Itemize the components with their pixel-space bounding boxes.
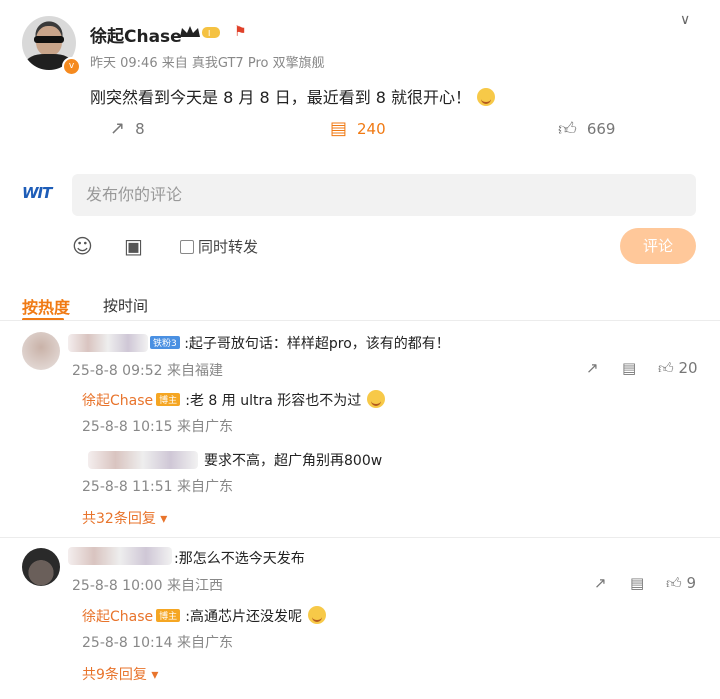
comment-icon[interactable]: ▤	[630, 574, 644, 592]
comment-icon[interactable]: ▤	[622, 359, 636, 377]
share-icon: ↗	[110, 118, 126, 139]
author-badge: 博主	[156, 393, 181, 406]
reply-meta: 25-8-8 10:14 来自广东	[82, 635, 233, 651]
svg-text:I: I	[208, 29, 210, 38]
caret-down-icon: ▾	[155, 511, 168, 527]
like-count: 20	[678, 359, 698, 377]
reply-text: 要求不高，超广角别再800w	[204, 453, 383, 469]
reply-item: 徐起Chase 博主 :老 8 用 ultra 形容也不为过	[82, 390, 386, 410]
checkbox-icon[interactable]	[180, 239, 194, 254]
repost-count: 8	[135, 119, 145, 138]
comment-text: 铁粉3 :起子哥放句话：样样超pro，该有的都有！	[150, 333, 450, 353]
image-icon[interactable]: ▣	[124, 234, 143, 258]
repost-checkbox[interactable]: 同时转发	[180, 236, 258, 257]
thumbs-up-icon: 👍︎	[658, 359, 674, 377]
like-button[interactable]: 👍︎ 9	[666, 574, 696, 593]
commenter-name-blurred[interactable]	[68, 334, 148, 352]
smile-emoji-icon	[477, 88, 496, 106]
more-replies-link[interactable]: 共32条回复 ▾	[82, 508, 167, 528]
emoji-icon[interactable]: ☺	[72, 234, 93, 258]
reply-item: 徐起Chase 博主 :高通芯片还没发呢	[82, 606, 326, 626]
reply-author[interactable]: 徐起Chase	[82, 609, 153, 625]
post-meta: 昨天 09:46 来自 真我GT7 Pro 双擎旗舰	[90, 52, 325, 71]
comment-input[interactable]: 发布你的评论	[72, 174, 696, 216]
commenter-avatar[interactable]	[22, 548, 60, 586]
share-icon[interactable]: ↗	[594, 574, 607, 592]
comment-button[interactable]: ▤ 240	[330, 118, 386, 139]
comment-meta: 25-8-8 09:52 来自福建	[72, 363, 223, 379]
author-badge: 博主	[156, 609, 181, 622]
comment-meta: 25-8-8 10:00 来自江西	[72, 578, 223, 594]
commenter-avatar[interactable]	[22, 332, 60, 370]
reply-meta: 25-8-8 10:15 来自广东	[82, 419, 233, 435]
chevron-down-icon[interactable]: ∨	[680, 12, 690, 28]
grin-emoji-icon	[307, 606, 326, 624]
reply-author[interactable]: 徐起Chase	[82, 393, 153, 409]
tab-time[interactable]: 按时间	[103, 295, 148, 316]
thumbs-up-icon: 👍︎	[558, 119, 577, 140]
divider	[0, 320, 720, 321]
user-logo: WIT	[22, 184, 52, 202]
reply-text: :老 8 用 ultra 形容也不为过	[185, 393, 362, 409]
repost-label: 同时转发	[198, 238, 259, 256]
comment-icon: ▤	[330, 118, 348, 139]
like-count: 9	[686, 574, 697, 592]
post-time: 昨天 09:46	[90, 56, 158, 71]
post-text: 刚突然看到今天是 8 月 8 日，最近看到 8 就很开心！	[90, 84, 496, 108]
like-button[interactable]: 👍︎ 20	[658, 359, 698, 378]
reply-author-blurred[interactable]	[88, 451, 198, 469]
thumbs-up-icon: 👍︎	[666, 574, 682, 592]
divider	[0, 537, 720, 538]
commenter-name-blurred[interactable]	[68, 547, 172, 565]
caret-down-icon: ▾	[146, 667, 159, 683]
reply-meta: 25-8-8 11:51 来自广东	[82, 479, 233, 495]
reply-text: :高通芯片还没发呢	[185, 609, 302, 625]
comment-text: :那怎么不选今天发布	[174, 551, 305, 567]
comment-count: 240	[357, 119, 386, 138]
repost-button[interactable]: ↗ 8	[110, 118, 145, 139]
submit-button[interactable]: 评论	[620, 228, 696, 264]
author-name[interactable]: 徐起Chase	[90, 22, 182, 47]
crown-badge-icon: I	[180, 26, 220, 38]
more-replies-link[interactable]: 共9条回复 ▾	[82, 664, 158, 684]
fan-badge: 铁粉3	[150, 336, 180, 349]
flag-icon: ⚑	[234, 24, 247, 40]
like-count: 669	[586, 120, 616, 138]
smile-emoji-icon	[367, 390, 386, 408]
share-icon[interactable]: ↗	[586, 359, 599, 377]
tab-hot[interactable]: 按热度	[22, 294, 70, 318]
like-button[interactable]: 👍︎ 669	[558, 118, 615, 140]
verified-badge-icon: v	[62, 57, 81, 76]
post-source: 来自 真我GT7 Pro 双擎旗舰	[161, 56, 325, 71]
